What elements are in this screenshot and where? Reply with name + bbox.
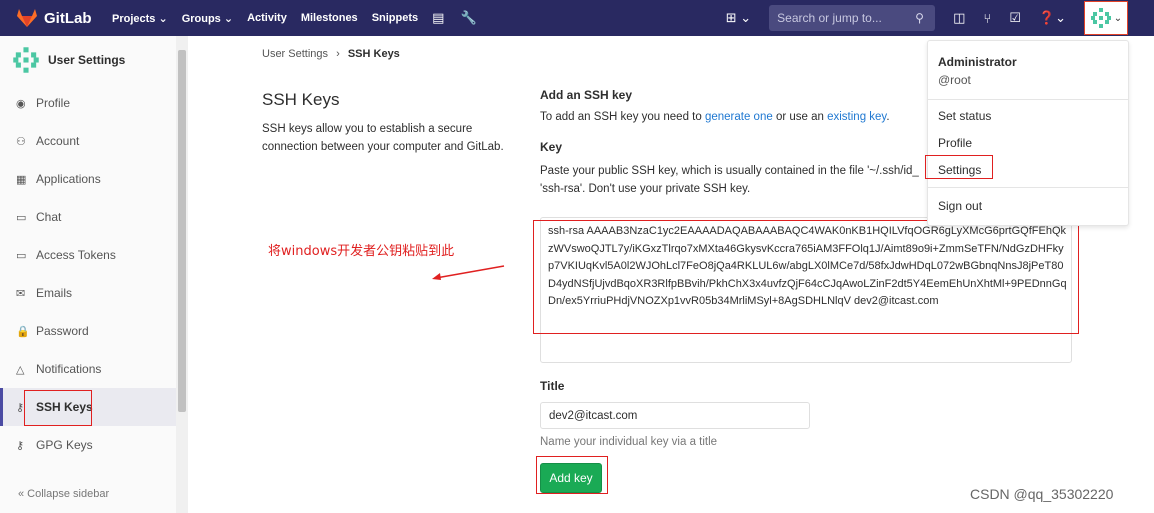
sidebar-item-label: Access Tokens bbox=[36, 248, 116, 262]
sidebar-item-label: Chat bbox=[36, 210, 62, 224]
nav-milestones[interactable]: Milestones bbox=[301, 12, 358, 24]
key-textarea-value[interactable]: ssh-rsa AAAAB3NzaC1yc2EAAAADAQABAAABAQC4… bbox=[548, 223, 1068, 311]
gitlab-fox-icon bbox=[17, 9, 37, 27]
page-description: SSH keys allow you to establish a secure… bbox=[262, 123, 504, 153]
search-icon[interactable]: ⚲ bbox=[915, 11, 924, 25]
sidebar-item-gpg-keys[interactable]: ⚷ GPG Keys bbox=[0, 426, 187, 464]
dropdown-divider bbox=[928, 187, 1128, 188]
sidebar-item-label: Emails bbox=[36, 286, 73, 300]
breadcrumb-current: SSH Keys bbox=[347, 48, 400, 60]
user-name: Administrator bbox=[938, 55, 1017, 69]
sidebar-item-applications[interactable]: ▦ Applications bbox=[0, 160, 187, 198]
title-label: Title bbox=[540, 379, 565, 393]
nav-projects[interactable]: Projects ⌄ bbox=[112, 12, 168, 25]
breadcrumb-separator: › bbox=[336, 48, 340, 60]
sidebar-item-label: Account bbox=[36, 134, 80, 148]
highlight-box-settings bbox=[925, 155, 993, 179]
sidebar-item-profile[interactable]: ◉ Profile bbox=[0, 84, 187, 122]
todo-icon[interactable]: ☑ bbox=[1009, 10, 1021, 26]
dropdown-profile[interactable]: Profile bbox=[928, 129, 1128, 156]
nav-activity[interactable]: Activity bbox=[247, 12, 287, 24]
avatar-identicon-icon bbox=[1090, 8, 1111, 28]
apps-grid-icon: ▦ bbox=[16, 173, 27, 186]
dropdown-sign-out[interactable]: Sign out bbox=[928, 192, 1128, 219]
page-title: SSH Keys bbox=[262, 90, 340, 109]
nav-groups[interactable]: Groups ⌄ bbox=[182, 12, 233, 25]
sidebar-item-access-tokens[interactable]: ▭ Access Tokens bbox=[0, 236, 187, 274]
add-key-button[interactable]: Add key bbox=[540, 463, 602, 493]
collapse-sidebar-button[interactable]: « Collapse sidebar bbox=[18, 488, 109, 500]
title-help: Name your individual key via a title bbox=[540, 436, 718, 448]
sidebar-item-chat[interactable]: ▭ Chat bbox=[0, 198, 187, 236]
sidebar-item-label: Profile bbox=[36, 96, 71, 110]
sidebar-item-account[interactable]: ⚇ Account bbox=[0, 122, 187, 160]
annotation-text: 将windows开发者公钥粘贴到此 bbox=[268, 244, 455, 259]
sidebar-header[interactable]: User Settings bbox=[0, 36, 187, 84]
watermark: CSDN @qq_35302220 bbox=[970, 486, 1114, 502]
sidebar-item-label: Notifications bbox=[36, 362, 102, 376]
sidebar-item-label: Applications bbox=[36, 172, 101, 186]
scrollbar-thumb[interactable] bbox=[178, 50, 186, 412]
search-input[interactable] bbox=[777, 11, 916, 25]
chat-icon: ▭ bbox=[16, 211, 27, 224]
sidebar-item-emails[interactable]: ✉ Emails bbox=[0, 274, 187, 312]
sidebar-item-label: Password bbox=[36, 324, 89, 338]
title-input[interactable] bbox=[540, 402, 810, 429]
help-icon[interactable]: ❓⌄ bbox=[1039, 10, 1066, 26]
user-handle: @root bbox=[938, 73, 971, 87]
user-dropdown-menu: Administrator @root Set status Profile S… bbox=[927, 40, 1129, 226]
user-circle-icon: ◉ bbox=[16, 97, 26, 110]
breadcrumb: User Settings › SSH Keys bbox=[262, 48, 400, 60]
settings-sidebar: User Settings ◉ Profile ⚇ Account ▦ Applica… bbox=[0, 36, 188, 513]
envelope-icon: ✉ bbox=[16, 287, 26, 300]
plus-square-icon[interactable]: ⊞ ⌄ bbox=[726, 10, 751, 26]
existing-key-link[interactable]: existing key bbox=[827, 111, 886, 123]
breadcrumb-root[interactable]: User Settings bbox=[262, 48, 328, 60]
dropdown-user-info[interactable]: Administrator @root bbox=[928, 41, 1128, 100]
token-icon: ▭ bbox=[16, 249, 27, 262]
instr-text: . bbox=[886, 111, 890, 123]
gitlab-logo[interactable]: GitLab bbox=[16, 8, 104, 28]
search-box[interactable]: ⚲ bbox=[769, 5, 936, 31]
sidebar-item-notifications[interactable]: △ Notifications bbox=[0, 350, 187, 388]
user-avatar-button[interactable]: ⌄ bbox=[1084, 1, 1128, 35]
sidebar-item-label: GPG Keys bbox=[36, 438, 93, 452]
lock-icon: 🔒 bbox=[16, 325, 30, 338]
dropdown-set-status[interactable]: Set status bbox=[928, 102, 1128, 129]
merge-request-icon[interactable]: ⑂ bbox=[983, 11, 991, 26]
intro-section: SSH Keys SSH keys allow you to establish… bbox=[262, 90, 522, 156]
chevron-down-icon: ⌄ bbox=[1113, 12, 1123, 24]
generate-one-link[interactable]: generate one bbox=[705, 111, 773, 123]
user-avatar-icon bbox=[13, 47, 39, 73]
sidebar-item-password[interactable]: 🔒 Password bbox=[0, 312, 187, 350]
top-navbar: GitLab Projects ⌄ Groups ⌄ Activity Mile… bbox=[0, 0, 1154, 36]
bell-icon: △ bbox=[16, 363, 25, 376]
instr-text: To add an SSH key you need to bbox=[540, 111, 705, 123]
chart-icon[interactable]: ▤ bbox=[432, 10, 444, 26]
wrench-icon[interactable]: 🔧 bbox=[460, 10, 476, 26]
issues-icon[interactable]: ◫ bbox=[953, 10, 965, 26]
key-icon: ⚷ bbox=[16, 439, 25, 452]
annotation-arrow-icon bbox=[432, 265, 505, 280]
sidebar-title: User Settings bbox=[48, 53, 126, 67]
brand-name: GitLab bbox=[44, 9, 92, 27]
nav-snippets[interactable]: Snippets bbox=[372, 12, 418, 24]
highlight-box-ssh-keys bbox=[24, 390, 92, 426]
users-icon: ⚇ bbox=[16, 135, 26, 148]
instr-text: or use an bbox=[772, 111, 828, 123]
sidebar-scrollbar[interactable] bbox=[176, 36, 188, 513]
